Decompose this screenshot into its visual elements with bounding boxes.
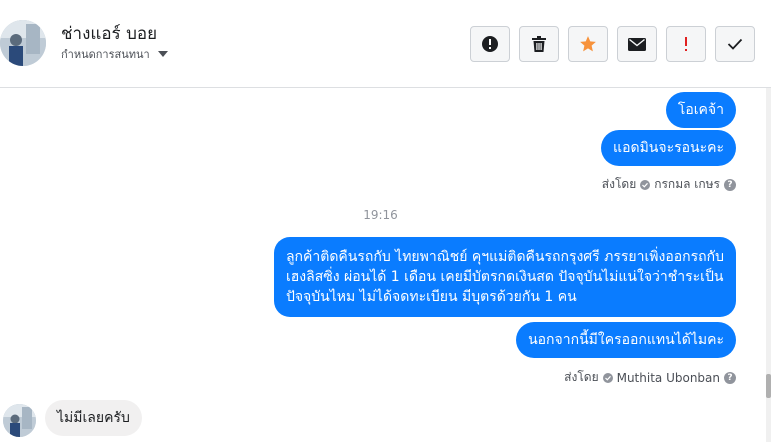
conversation-toolbar [470, 26, 755, 62]
message-line: ปัจจุบันไหม ไม่ได้จดทะเบียน มีบุตรด้วยกั… [285, 289, 577, 305]
block-icon [482, 36, 498, 52]
delete-button[interactable] [519, 26, 559, 62]
sender-name[interactable]: Muthita Ubonban [617, 371, 720, 385]
conversation-settings-label: กำหนดการสนทนา [61, 48, 150, 61]
exclamation-icon [685, 37, 687, 51]
sent-check-icon [640, 179, 651, 190]
trash-icon [532, 36, 546, 52]
conversation-settings-dropdown[interactable]: กำหนดการสนทนา [61, 45, 168, 63]
mark-spam-button[interactable] [666, 26, 706, 62]
sent-by-label: ส่งโดย [564, 370, 599, 384]
message-timestamp: 19:16 [363, 208, 398, 222]
message-line: เฮงลิสซิ่ง ผ่อนได้ 1 เดือน เคยมีบัตรกดเง… [285, 269, 724, 285]
mark-done-button[interactable] [715, 26, 755, 62]
sent-check-icon [602, 372, 613, 383]
contact-name[interactable]: ช่างแอร์ บอย [61, 20, 157, 47]
checkmark-icon [727, 38, 743, 50]
help-icon[interactable]: ? [724, 178, 736, 191]
sent-by-line: ส่งโดย Muthita Ubonban ? [564, 368, 736, 387]
help-icon[interactable]: ? [724, 371, 736, 384]
star-icon [580, 36, 596, 52]
outgoing-message[interactable]: แอดมินจะรอนะคะ [601, 130, 736, 166]
sent-by-label: ส่งโดย [601, 177, 637, 191]
star-button[interactable] [568, 26, 608, 62]
contact-avatar-small[interactable] [3, 404, 36, 437]
incoming-message[interactable]: ไม่มีเลยครับ [45, 400, 142, 436]
caret-down-icon [157, 51, 168, 57]
outgoing-message[interactable]: นอกจากนี้มีใครออกแทนได้ไมคะ [516, 322, 736, 358]
sender-name[interactable]: กรกมล เกษร [654, 175, 720, 194]
conversation-header: ช่างแอร์ บอย กำหนดการสนทนา [0, 0, 771, 88]
outgoing-message[interactable]: ลูกค้าติดคืนรถกับ ไทยพาณิชย์ คุฯแม่ติดคื… [273, 237, 736, 317]
message-line: ลูกค้าติดคืนรถกับ ไทยพาณิชย์ คุฯแม่ติดคื… [285, 249, 724, 265]
scrollbar-thumb[interactable] [766, 374, 771, 398]
sent-by-line: ส่งโดย กรกมล เกษร ? [602, 175, 736, 194]
block-button[interactable] [470, 26, 510, 62]
contact-avatar[interactable] [0, 20, 46, 66]
outgoing-message[interactable]: โอเคจ้า [665, 92, 736, 128]
envelope-icon [628, 37, 646, 51]
email-button[interactable] [617, 26, 657, 62]
